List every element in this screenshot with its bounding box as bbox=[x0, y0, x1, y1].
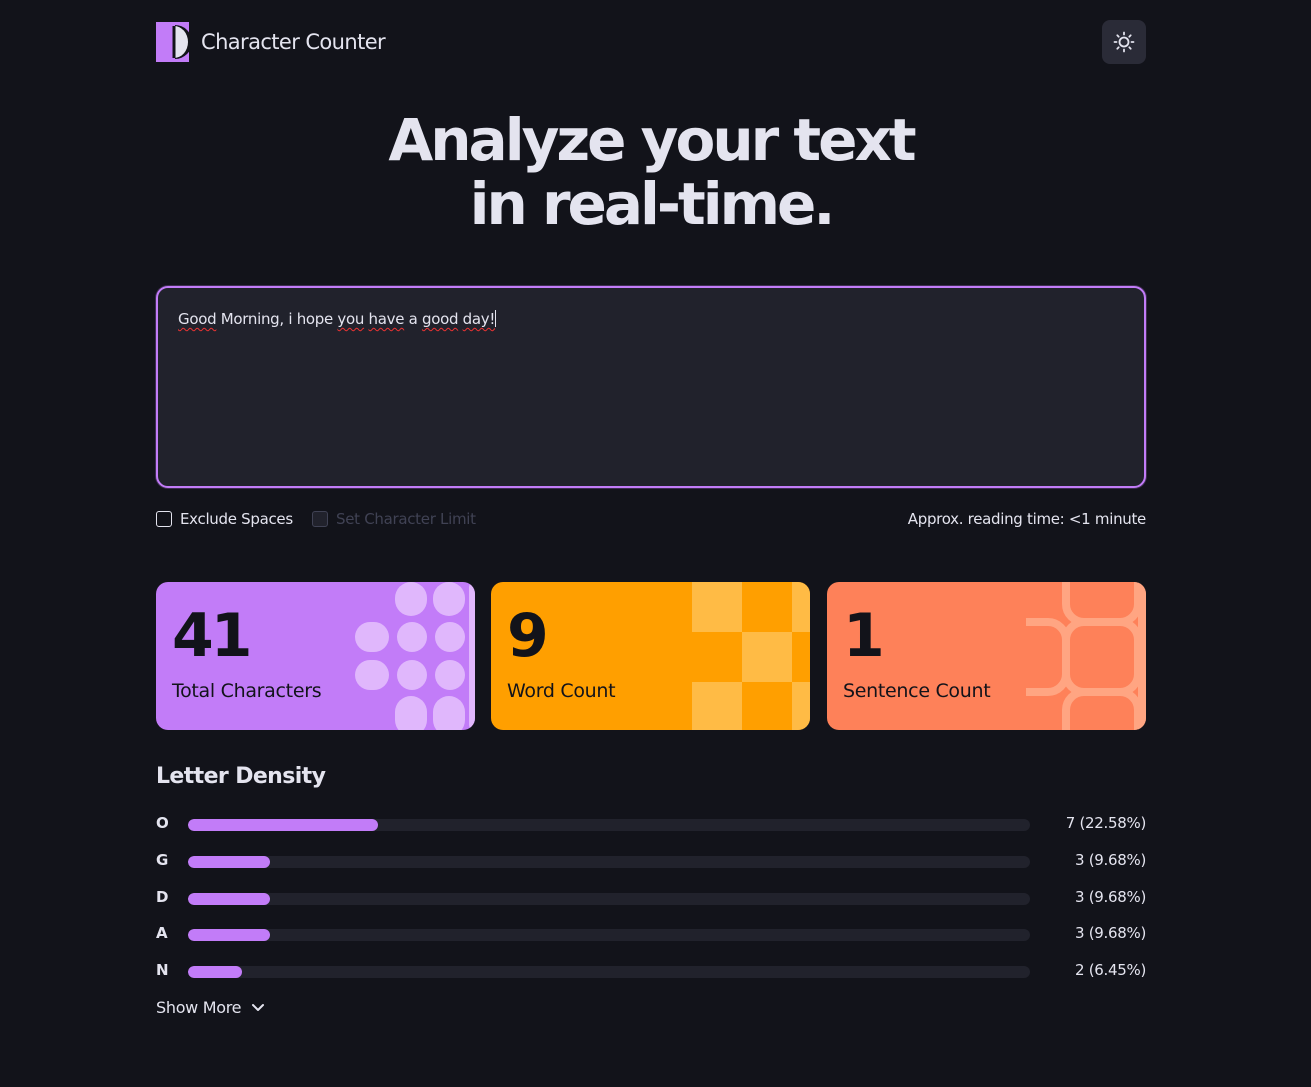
rounded-squares-pattern bbox=[1026, 582, 1146, 730]
hero-line-2: in real-time. bbox=[469, 170, 836, 238]
density-value: 2 (6.45%) bbox=[1075, 961, 1146, 980]
text-segment: Good bbox=[178, 310, 217, 328]
theme-toggle-button[interactable] bbox=[1102, 20, 1146, 64]
sun-icon bbox=[1113, 31, 1135, 53]
sentence-count-card: 1 Sentence Count bbox=[827, 582, 1146, 730]
header: Character Counter bbox=[156, 20, 1146, 64]
char-limit-checkbox[interactable] bbox=[312, 511, 328, 527]
sentence-count-value: 1 bbox=[843, 601, 885, 671]
density-bar-fill bbox=[188, 819, 379, 831]
density-row: A 3 (9.68%) bbox=[156, 924, 1146, 944]
density-bar-track bbox=[188, 966, 1030, 979]
text-segment: a bbox=[404, 310, 422, 328]
density-bar-fill bbox=[188, 855, 270, 868]
density-row: D 3 (9.68%) bbox=[156, 888, 1146, 908]
density-letter: G bbox=[156, 850, 169, 869]
word-count-label: Word Count bbox=[507, 680, 616, 702]
text-segment: have bbox=[368, 310, 405, 328]
density-letter: A bbox=[156, 924, 168, 943]
total-characters-value: 41 bbox=[172, 601, 252, 671]
density-value: 7 (22.58%) bbox=[1065, 814, 1147, 832]
exclude-spaces-checkbox[interactable] bbox=[156, 511, 172, 527]
text-segment: good bbox=[421, 310, 459, 328]
exclude-spaces-option[interactable]: Exclude Spaces bbox=[156, 510, 293, 528]
density-bar-track bbox=[188, 929, 1030, 942]
density-bar-track bbox=[188, 892, 1030, 905]
char-limit-label: Set Character Limit bbox=[336, 510, 476, 528]
density-row: G 3 (9.68%) bbox=[156, 851, 1146, 871]
options-row: Exclude Spaces Set Character Limit Appro… bbox=[156, 510, 1146, 532]
text-segment: you bbox=[337, 310, 365, 328]
text-segment: Morning, i bbox=[216, 310, 297, 328]
text-caret bbox=[495, 310, 497, 327]
text-input-content: Good Morning, i hope you have a good day… bbox=[178, 310, 1124, 328]
reading-time: Approx. reading time: <1 minute bbox=[907, 510, 1147, 528]
letter-density-title: Letter Density bbox=[156, 764, 326, 789]
hero-line-1: Analyze your text bbox=[388, 106, 916, 174]
density-bar-fill bbox=[188, 892, 270, 905]
text-input-area[interactable]: Good Morning, i hope you have a good day… bbox=[156, 286, 1146, 488]
density-bar-track bbox=[188, 855, 1030, 868]
total-characters-label: Total Characters bbox=[172, 680, 322, 702]
chevron-down-icon bbox=[252, 1003, 265, 1011]
exclude-spaces-label: Exclude Spaces bbox=[180, 510, 293, 528]
app-title: Character Counter bbox=[201, 30, 386, 54]
word-count-value: 9 bbox=[507, 601, 549, 671]
density-row: N 2 (6.45%) bbox=[156, 961, 1146, 981]
density-bar-fill bbox=[188, 966, 243, 979]
text-segment: day! bbox=[462, 310, 496, 328]
show-more-button[interactable]: Show More bbox=[156, 998, 265, 1017]
density-bar-fill bbox=[188, 929, 270, 942]
hero-heading: Analyze your text in real-time. bbox=[156, 108, 1146, 236]
density-value: 3 (9.68%) bbox=[1075, 850, 1146, 869]
density-value: 3 (9.68%) bbox=[1075, 887, 1146, 906]
density-letter: N bbox=[156, 961, 169, 980]
total-characters-card: 41 Total Characters bbox=[156, 582, 475, 730]
logo-icon bbox=[156, 22, 189, 62]
show-more-label: Show More bbox=[156, 998, 242, 1017]
sentence-count-label: Sentence Count bbox=[843, 680, 991, 702]
char-limit-option[interactable]: Set Character Limit bbox=[312, 510, 476, 528]
circles-pattern bbox=[355, 582, 475, 730]
density-row: O 7 (22.58%) bbox=[156, 814, 1146, 834]
text-segment: hope bbox=[296, 310, 334, 328]
density-bar-track bbox=[188, 819, 1030, 831]
density-value: 3 (9.68%) bbox=[1075, 924, 1146, 943]
density-letter: D bbox=[156, 887, 169, 906]
density-letter: O bbox=[156, 814, 169, 832]
logo[interactable]: Character Counter bbox=[156, 22, 386, 62]
word-count-card: 9 Word Count bbox=[491, 582, 810, 730]
checker-pattern bbox=[692, 582, 810, 730]
